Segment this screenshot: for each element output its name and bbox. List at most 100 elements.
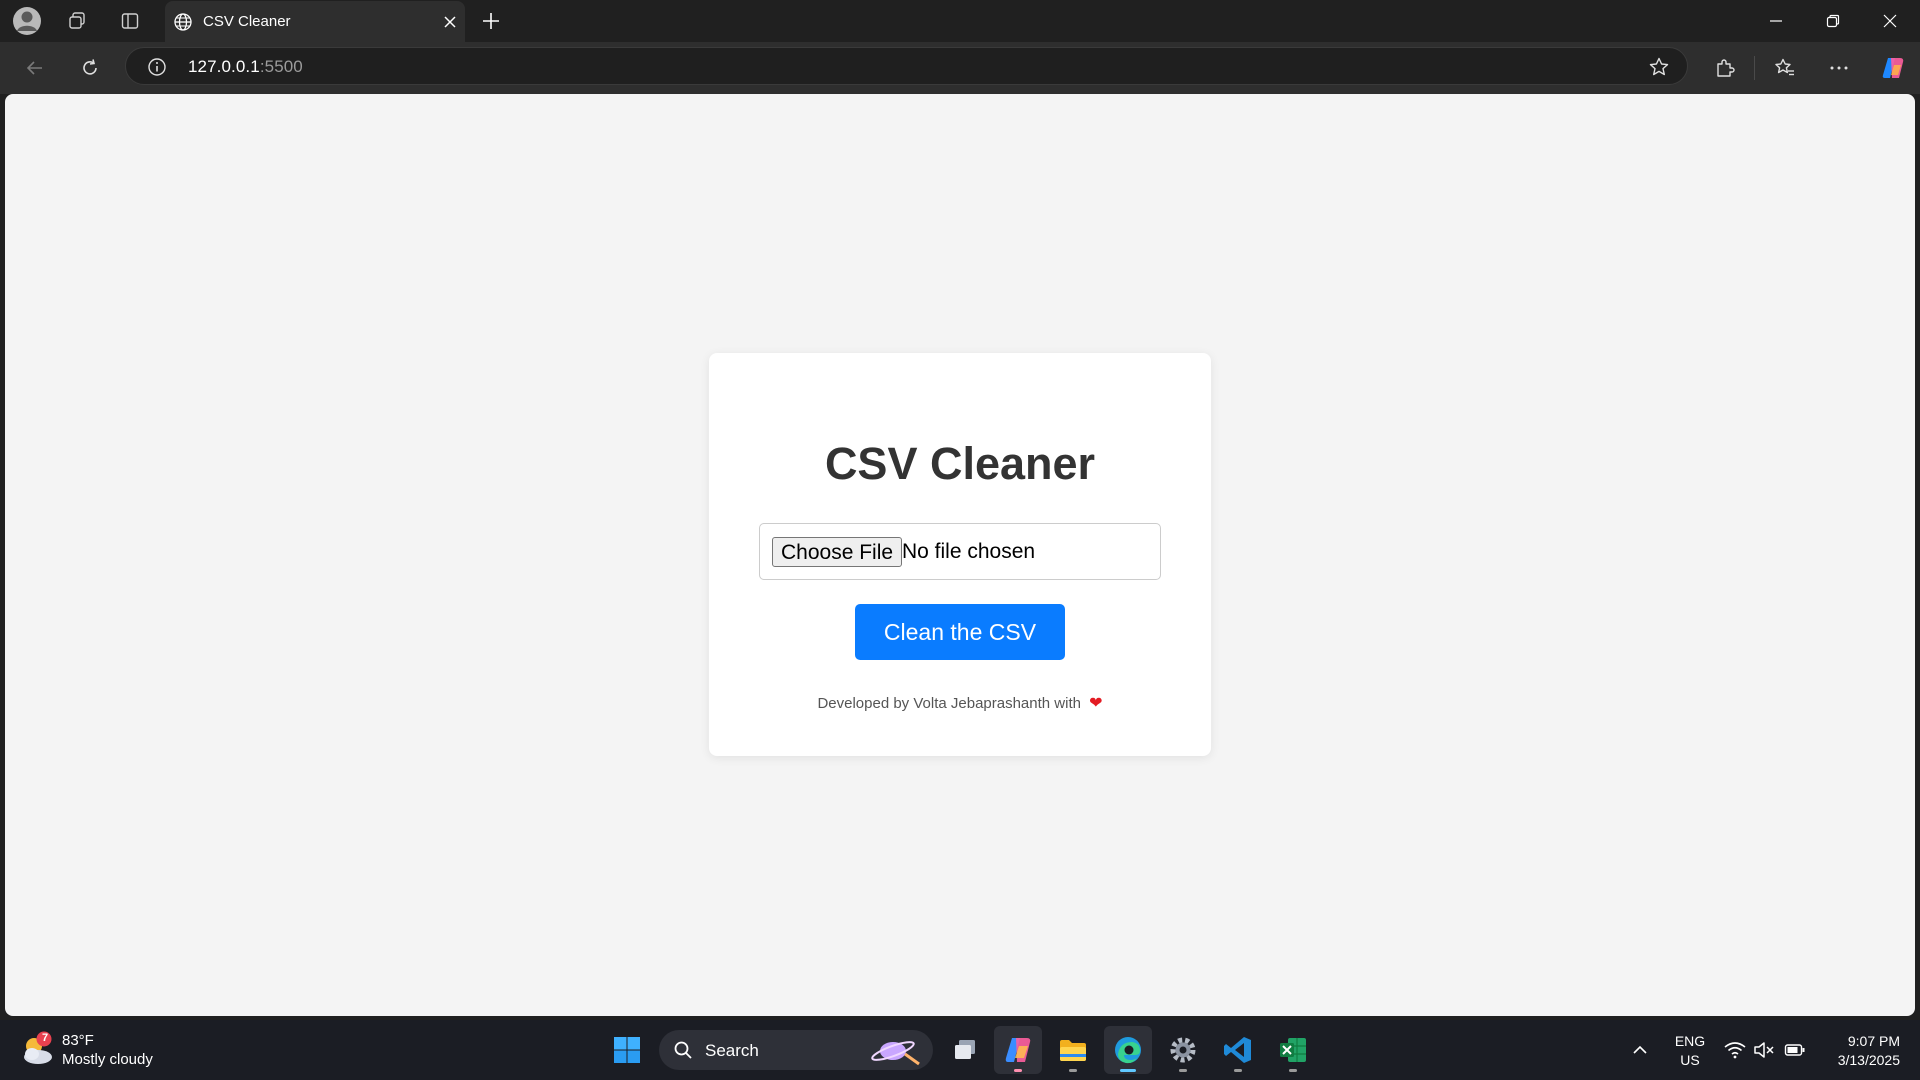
search-icon bbox=[674, 1041, 692, 1059]
extensions-button[interactable] bbox=[1707, 52, 1743, 84]
new-tab-button[interactable] bbox=[471, 5, 511, 37]
puzzle-icon bbox=[1717, 59, 1735, 77]
active-indicator bbox=[1120, 1069, 1136, 1072]
active-tab[interactable]: CSV Cleaner bbox=[165, 1, 465, 42]
taskbar-edge[interactable] bbox=[1104, 1026, 1152, 1074]
running-indicator bbox=[1014, 1069, 1022, 1072]
start-button[interactable] bbox=[603, 1026, 651, 1074]
taskbar-settings[interactable] bbox=[1159, 1026, 1207, 1074]
close-window-button[interactable] bbox=[1862, 0, 1918, 42]
tab-actions-icon bbox=[121, 13, 139, 29]
address-bar[interactable]: 127.0.0.1:5500 bbox=[125, 47, 1688, 85]
profile-icon bbox=[13, 7, 41, 35]
page-title: CSV Cleaner bbox=[824, 438, 1096, 489]
workspaces-icon bbox=[69, 12, 85, 29]
windows-taskbar: 7 83°F Mostly cloudy Search ENG US 9:07 … bbox=[0, 1020, 1920, 1080]
weather-text: 83°F Mostly cloudy bbox=[62, 1031, 153, 1069]
settings-more-button[interactable] bbox=[1821, 52, 1857, 84]
copilot-button[interactable] bbox=[1875, 52, 1911, 84]
url-text[interactable]: 127.0.0.1:5500 bbox=[188, 57, 303, 77]
running-indicator bbox=[1179, 1069, 1187, 1072]
refresh-icon bbox=[83, 59, 97, 75]
restore-icon bbox=[1826, 14, 1840, 28]
clock-date: 3/13/2025 bbox=[1837, 1052, 1900, 1068]
excel-icon bbox=[1280, 1038, 1306, 1062]
back-button[interactable] bbox=[17, 52, 53, 84]
tab-title: CSV Cleaner bbox=[203, 13, 291, 30]
wifi-icon bbox=[1724, 1042, 1746, 1059]
input-language[interactable]: ENG US bbox=[1670, 1032, 1710, 1070]
favorites-button[interactable] bbox=[1767, 52, 1803, 84]
refresh-button[interactable] bbox=[72, 52, 108, 84]
taskbar-search[interactable]: Search bbox=[659, 1030, 933, 1070]
vertical-tabs-button[interactable] bbox=[110, 5, 150, 37]
search-highlight-icon bbox=[871, 1041, 920, 1066]
browser-title-bar: CSV Cleaner bbox=[0, 0, 1920, 42]
toolbar-divider bbox=[1754, 56, 1755, 80]
task-view-button[interactable] bbox=[941, 1026, 989, 1074]
show-hidden-icons-button[interactable] bbox=[1628, 1038, 1652, 1062]
close-icon bbox=[1883, 14, 1897, 28]
running-indicator bbox=[1234, 1069, 1242, 1072]
more-icon bbox=[1830, 66, 1848, 70]
chevron-up-icon bbox=[1633, 1045, 1647, 1054]
weather-badge: 7 bbox=[41, 1032, 49, 1044]
running-indicator bbox=[1069, 1069, 1077, 1072]
volume-muted-icon bbox=[1754, 1042, 1774, 1058]
page-viewport: CSV Cleaner Choose File No file chosen C… bbox=[5, 94, 1915, 1016]
cloud-moon-icon bbox=[24, 1031, 52, 1064]
add-favorite-button[interactable] bbox=[1647, 55, 1671, 79]
tab-close-button[interactable] bbox=[435, 7, 465, 37]
star-icon bbox=[1649, 57, 1669, 76]
arrow-left-icon bbox=[26, 61, 42, 75]
search-label: Search bbox=[705, 1041, 759, 1060]
volume-status[interactable] bbox=[1752, 1038, 1776, 1062]
edge-icon bbox=[1115, 1037, 1141, 1064]
globe-icon bbox=[174, 12, 192, 31]
restore-button[interactable] bbox=[1805, 0, 1861, 42]
weather-desc: Mostly cloudy bbox=[62, 1051, 153, 1068]
plus-icon bbox=[483, 13, 499, 29]
footer-credit: Developed by Volta Jebaprashanth with ❤ bbox=[709, 693, 1211, 713]
profile-avatar[interactable] bbox=[7, 5, 47, 37]
file-status-text: No file chosen bbox=[902, 540, 1036, 563]
clean-csv-button[interactable]: Clean the CSV bbox=[855, 604, 1065, 660]
info-icon bbox=[148, 58, 166, 76]
weather-widget[interactable]: 7 83°F Mostly cloudy bbox=[18, 1028, 153, 1072]
taskbar-copilot-app[interactable] bbox=[994, 1026, 1042, 1074]
windows-logo-icon bbox=[614, 1037, 640, 1063]
lang-primary: ENG bbox=[1674, 1033, 1706, 1049]
clock-time: 9:07 PM bbox=[1847, 1033, 1900, 1049]
copilot-app-icon bbox=[1005, 1038, 1031, 1062]
close-icon bbox=[444, 15, 456, 28]
file-input[interactable]: Choose File No file chosen bbox=[759, 523, 1161, 580]
minimize-button[interactable] bbox=[1748, 0, 1804, 42]
battery-icon bbox=[1784, 1044, 1805, 1056]
heart-icon: ❤ bbox=[1089, 695, 1103, 712]
site-info-icon[interactable] bbox=[146, 56, 168, 78]
system-clock[interactable]: 9:07 PM 3/13/2025 bbox=[1810, 1032, 1900, 1070]
task-view-icon bbox=[955, 1040, 975, 1059]
weather-temp: 83°F bbox=[62, 1032, 94, 1049]
choose-file-button[interactable]: Choose File bbox=[772, 537, 903, 567]
minimize-icon bbox=[1770, 20, 1782, 22]
lang-secondary: US bbox=[1680, 1052, 1700, 1068]
battery-status[interactable] bbox=[1783, 1038, 1807, 1062]
browser-toolbar: 127.0.0.1:5500 bbox=[0, 42, 1920, 94]
taskbar-file-explorer[interactable] bbox=[1049, 1026, 1097, 1074]
folder-icon bbox=[1060, 1040, 1086, 1061]
favorites-icon bbox=[1775, 58, 1794, 76]
running-indicator bbox=[1289, 1069, 1297, 1072]
workspaces-button[interactable] bbox=[57, 5, 97, 37]
url-host: 127.0.0.1 bbox=[188, 57, 260, 76]
copilot-icon bbox=[1882, 58, 1904, 78]
weather-icon: 7 bbox=[18, 1030, 58, 1070]
footer-text: Developed by Volta Jebaprashanth with bbox=[817, 695, 1081, 712]
taskbar-vscode[interactable] bbox=[1214, 1026, 1262, 1074]
taskbar-excel[interactable] bbox=[1269, 1026, 1317, 1074]
csv-cleaner-card: CSV Cleaner Choose File No file chosen C… bbox=[709, 353, 1211, 756]
url-port: :5500 bbox=[259, 57, 303, 76]
gear-icon bbox=[1170, 1037, 1196, 1063]
vscode-icon bbox=[1224, 1037, 1251, 1063]
wifi-status[interactable] bbox=[1723, 1038, 1747, 1062]
